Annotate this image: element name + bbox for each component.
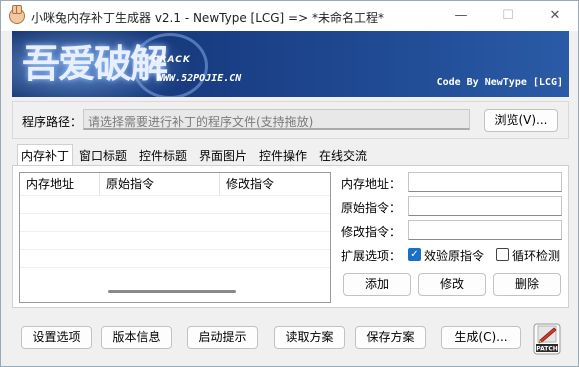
path-label: 程序路径： [22, 115, 83, 129]
column-header-modified[interactable]: 修改指令 [220, 173, 330, 195]
generate-button[interactable]: 生成(C)... [441, 326, 521, 349]
browse-button[interactable]: 浏览(V)... [484, 109, 558, 132]
add-button[interactable]: 添加 [343, 273, 411, 296]
patch-list[interactable]: 内存地址 原始指令 修改指令 [19, 172, 331, 303]
save-scheme-button[interactable]: 保存方案 [355, 326, 426, 349]
loop-detect-checkbox[interactable] [496, 248, 509, 261]
column-header-address[interactable]: 内存地址 [20, 173, 100, 195]
patch-icon-text: PATCH [536, 346, 558, 353]
path-group: 程序路径： 请选择需要进行补丁的程序文件(支持拖放) 浏览(V)... [12, 101, 569, 139]
grid-line [20, 267, 330, 268]
delete-button[interactable]: 删除 [493, 273, 561, 296]
banner: 吾爱破解 CRACK WWW.52POJIE.CN Code By NewTyp… [12, 31, 569, 97]
close-button[interactable]: ✕ [532, 1, 578, 31]
tab-panel: 内存地址 原始指令 修改指令 内存地址： 原始指令： 修改指令： 扩展选项： ✓… [12, 165, 569, 308]
loop-detect-label: 循环检测 [512, 249, 561, 263]
options-label: 扩展选项： [341, 249, 402, 263]
address-label: 内存地址： [341, 177, 402, 191]
window-title: 小咪兔内存补丁生成器 v2.1 - NewType [LCG] => *未命名工… [31, 11, 384, 25]
program-path-input[interactable]: 请选择需要进行补丁的程序文件(支持拖放) [83, 109, 470, 130]
modified-instruction-input[interactable] [408, 220, 562, 240]
verify-original-label: 效验原指令 [424, 249, 485, 263]
banner-credit: Code By NewType [LCG] [436, 77, 563, 88]
grid-line [20, 195, 330, 196]
title-bar: 小咪兔内存补丁生成器 v2.1 - NewType [LCG] => *未命名工… [1, 1, 578, 31]
logo-subtext: CRACK [152, 55, 191, 65]
settings-button[interactable]: 设置选项 [21, 326, 92, 349]
tab-online-chat[interactable]: 在线交流 [316, 147, 370, 166]
logo-text: 吾爱破解 [22, 41, 168, 86]
startup-tip-button[interactable]: 启动提示 [187, 326, 258, 349]
modified-instruction-label: 修改指令： [341, 225, 402, 239]
grid-line [20, 213, 330, 214]
maximize-button[interactable]: ☐ [485, 1, 531, 31]
main-window: 小咪兔内存补丁生成器 v2.1 - NewType [LCG] => *未命名工… [0, 0, 579, 367]
original-instruction-input[interactable] [408, 196, 562, 216]
load-scheme-button[interactable]: 读取方案 [274, 326, 345, 349]
tab-memory-patch[interactable]: 内存补丁 [17, 144, 74, 167]
tab-ui-image[interactable]: 界面图片 [196, 147, 250, 166]
grid-line [20, 249, 330, 250]
tab-control-title[interactable]: 控件标题 [136, 147, 190, 166]
address-input[interactable] [408, 172, 562, 192]
verify-original-checkbox[interactable]: ✓ [408, 248, 421, 261]
banner-url: WWW.52POJIE.CN [157, 73, 242, 84]
modify-button[interactable]: 修改 [418, 273, 486, 296]
column-header-original[interactable]: 原始指令 [100, 173, 220, 195]
minimize-button[interactable]: — [438, 1, 484, 31]
tab-control-action[interactable]: 控件操作 [256, 147, 310, 166]
original-instruction-label: 原始指令： [341, 201, 402, 215]
rabbit-app-icon [9, 5, 25, 24]
tab-window-title[interactable]: 窗口标题 [76, 147, 130, 166]
grid-line [20, 231, 330, 232]
patch-icon[interactable]: PATCH [533, 323, 561, 355]
horizontal-scrollbar[interactable] [108, 290, 236, 293]
version-info-button[interactable]: 版本信息 [101, 326, 172, 349]
